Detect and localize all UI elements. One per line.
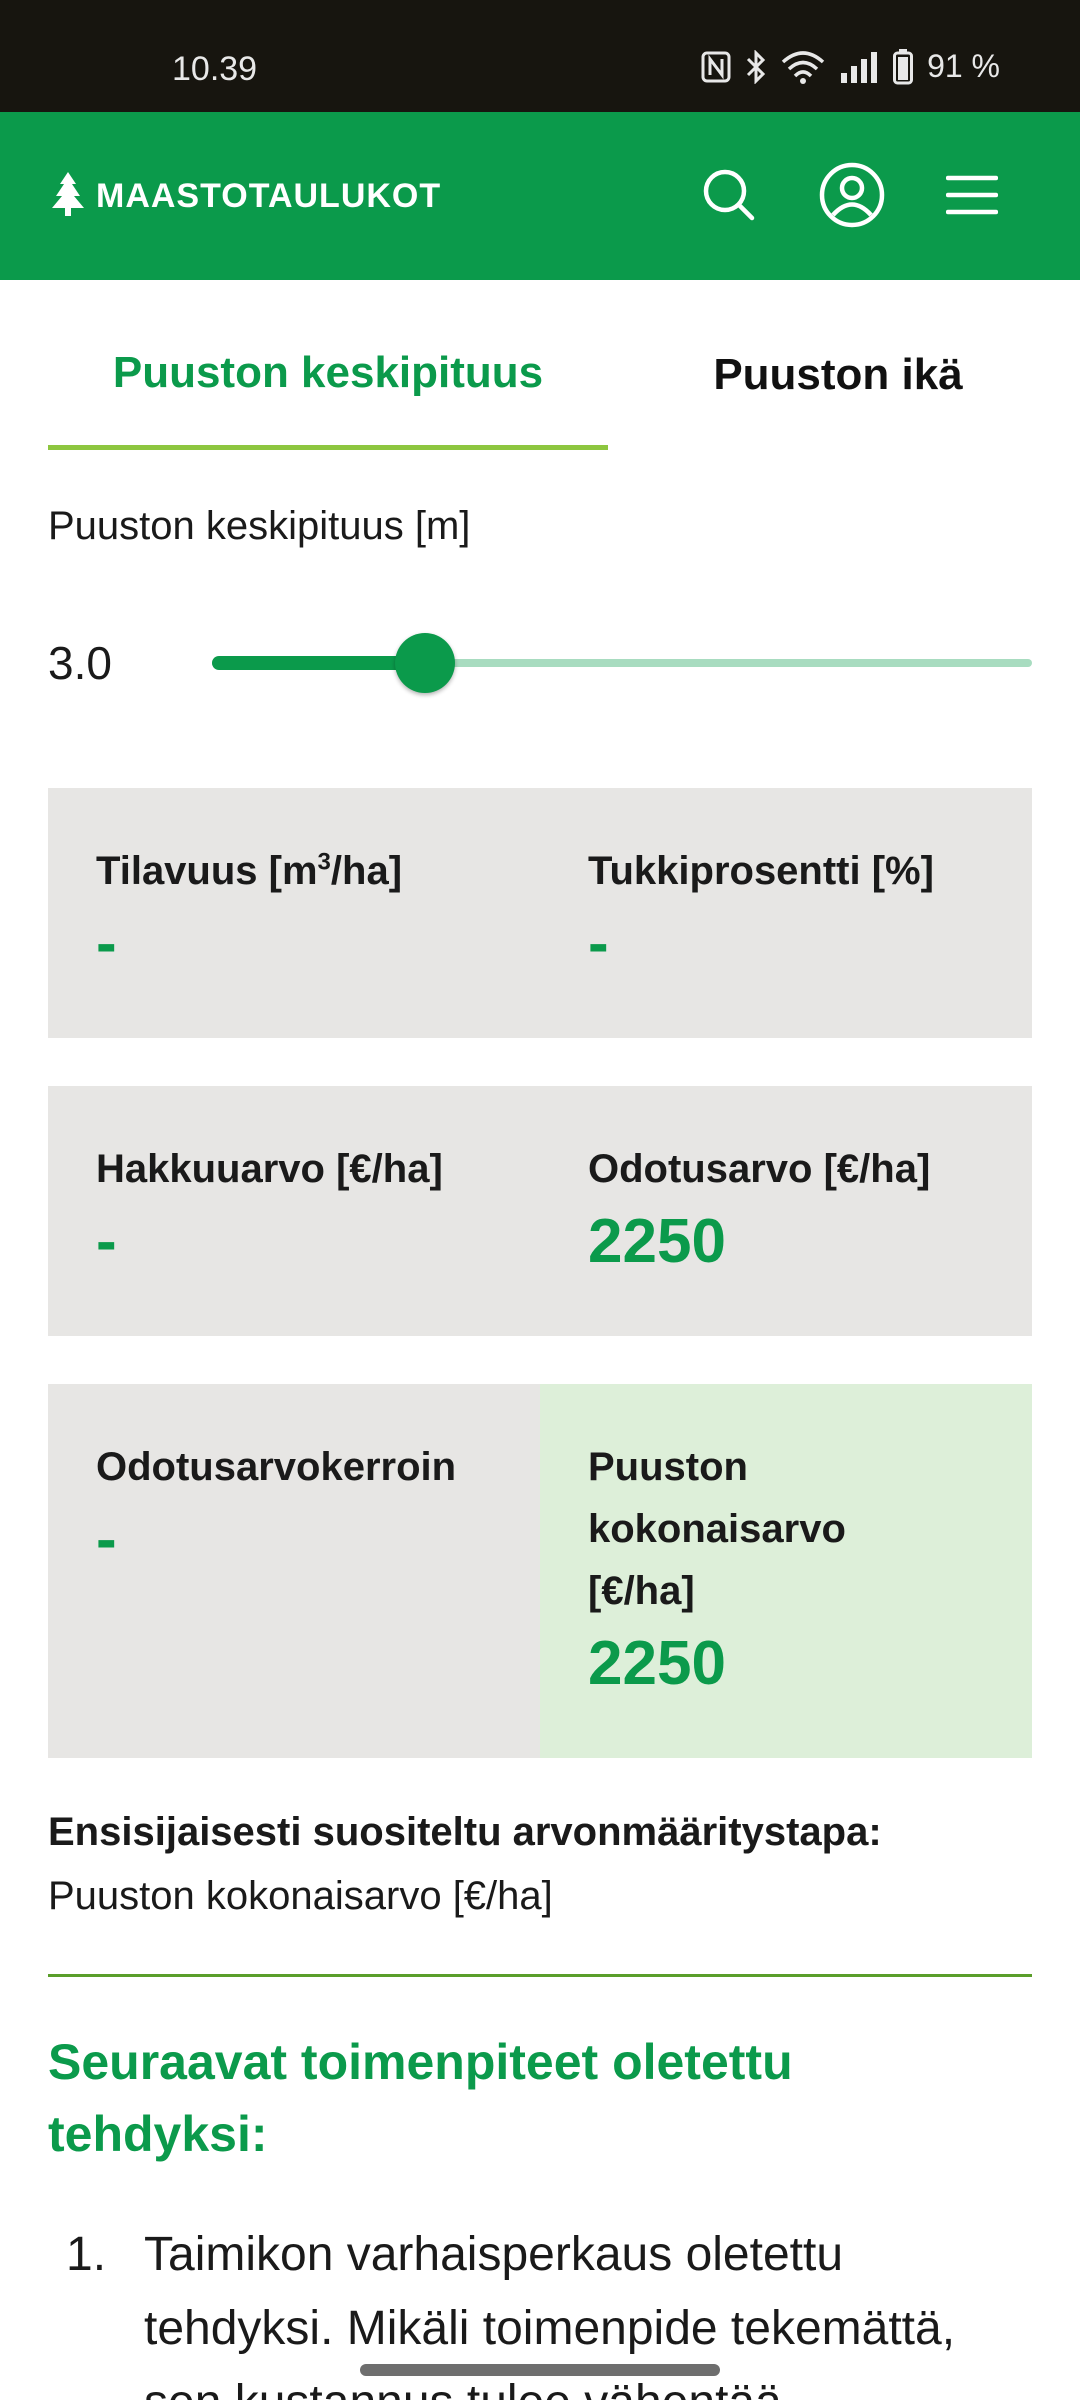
odotusarvo-value: 2250 (588, 1207, 726, 1276)
search-icon (702, 168, 756, 227)
slider-value: 3.0 (48, 637, 112, 689)
status-icons: 91 % (701, 48, 1000, 85)
section-divider (48, 1974, 1032, 1977)
account-button[interactable] (817, 162, 887, 232)
kokonaisarvo-label: Puuston kokonaisarvo [€/ha] (588, 1445, 846, 1613)
odotusarvo-cell: Odotusarvo [€/ha] 2250 (540, 1086, 1032, 1336)
odotusarvokerroin-label: Odotusarvokerroin (96, 1445, 457, 1489)
next-actions-title: Seuraavat toimenpiteet oletettu tehdyksi… (48, 2034, 793, 2162)
bluetooth-icon (745, 49, 767, 84)
recommendation-title: Ensisijaisesti suositeltu arvonmäärityst… (48, 1810, 882, 1854)
result-card-row-2: Hakkuuarvo [€/ha] - Odotusarvo [€/ha] 22… (48, 1086, 1032, 1336)
tilavuus-cell: Tilavuus [m3/ha] - (48, 788, 540, 1038)
battery-percent: 91 % (927, 48, 1000, 84)
height-slider[interactable] (212, 628, 1032, 698)
tab-puuston-ika[interactable]: Puuston ikä (618, 300, 1058, 450)
search-button[interactable] (694, 162, 764, 232)
hakkuuarvo-cell: Hakkuuarvo [€/ha] - (48, 1086, 540, 1336)
status-bar: 10.39 91 % (0, 0, 1080, 112)
result-card-row-1: Tilavuus [m3/ha] - Tukkiprosentti [%] - (48, 788, 1032, 1038)
slider-label: Puuston keskipituus [m] (48, 504, 471, 548)
nfc-icon (701, 51, 731, 83)
odotusarvokerroin-value: - (96, 1505, 117, 1574)
kokonaisarvo-value: 2250 (588, 1629, 726, 1698)
tukkiprosentti-cell: Tukkiprosentti [%] - (540, 788, 1032, 1038)
hamburger-menu-icon (945, 174, 999, 221)
signal-icon (839, 51, 879, 83)
hakkuuarvo-value: - (96, 1207, 117, 1276)
tree-icon (50, 170, 86, 223)
tukkiprosentti-value: - (588, 909, 609, 978)
list-item-number: 1. (66, 2228, 107, 2281)
odotusarvo-label: Odotusarvo [€/ha] (588, 1147, 931, 1191)
odotusarvokerroin-cell: Odotusarvokerroin - (48, 1384, 540, 1758)
user-icon (819, 162, 885, 233)
slider-fill (212, 656, 426, 670)
logo[interactable]: MAASTOTAULUKOT (50, 170, 441, 223)
tab-puuston-keskipituus[interactable]: Puuston keskipituus (48, 300, 608, 450)
result-card-row-3: Odotusarvokerroin - Puuston kokonaisarvo[… (48, 1384, 1032, 1758)
tilavuus-label: Tilavuus [m3/ha] (96, 848, 403, 893)
wifi-icon (781, 50, 825, 84)
menu-button[interactable] (937, 162, 1007, 232)
app-header: MAASTOTAULUKOT (0, 112, 1080, 280)
status-time: 10.39 (172, 50, 258, 88)
recommendation-value: Puuston kokonaisarvo [€/ha] (48, 1874, 553, 1918)
home-indicator[interactable] (360, 2364, 720, 2376)
kokonaisarvo-cell: Puuston kokonaisarvo [€/ha] 2250 (540, 1384, 1032, 1758)
logo-text: MAASTOTAULUKOT (96, 177, 442, 215)
tukkiprosentti-label: Tukkiprosentti [%] (588, 849, 934, 893)
hakkuuarvo-label: Hakkuuarvo [€/ha] (96, 1147, 443, 1191)
slider-thumb[interactable] (395, 633, 456, 693)
tab-bar: Puuston keskipituus Puuston ikä (48, 300, 1032, 450)
tilavuus-value: - (96, 909, 117, 978)
battery-icon (893, 48, 914, 85)
